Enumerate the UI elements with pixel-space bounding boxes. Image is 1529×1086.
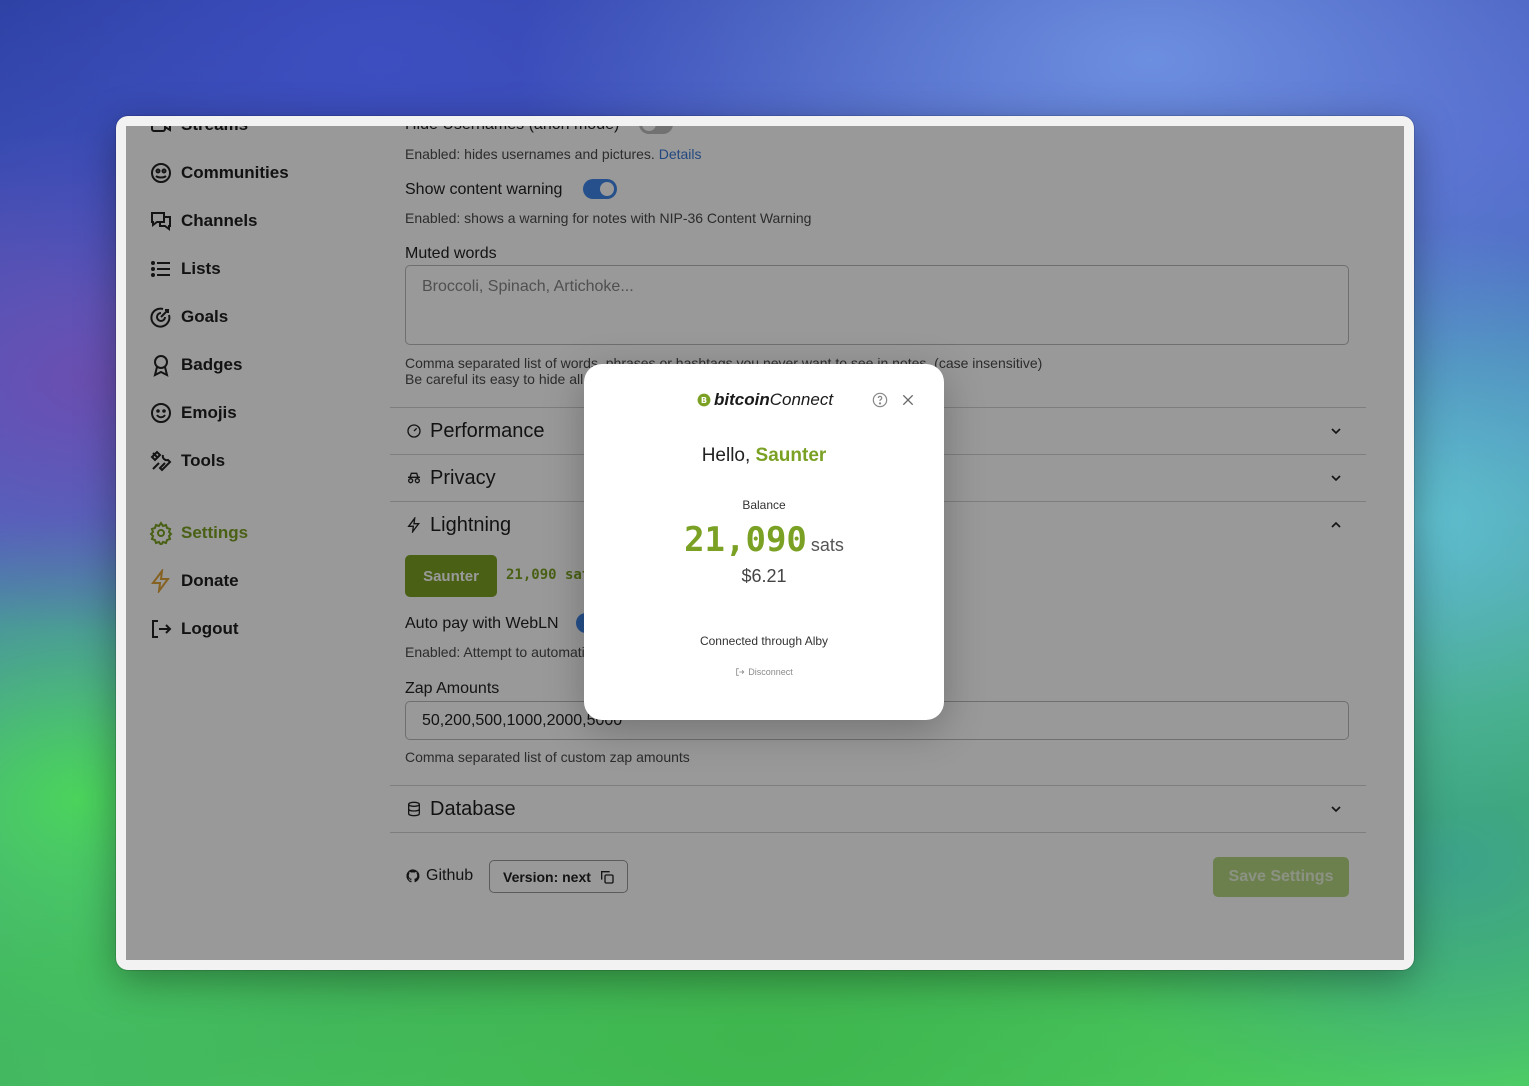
bitcoin-connect-logo: B bitcoin Connect [697,390,833,410]
disconnect-label: Disconnect [748,667,793,677]
brand-bold: bitcoin [714,390,770,409]
svg-text:B: B [701,395,707,405]
close-icon[interactable] [900,392,916,408]
balance-display: 21,090 sats [584,520,944,560]
fiat-balance: $6.21 [741,566,787,586]
bitcoin-connect-modal: B bitcoin Connect Hello, Saunter Balance … [584,364,944,720]
bitcoin-icon: B [697,393,711,407]
disconnect-button[interactable]: Disconnect [584,667,944,677]
greeting: Hello, Saunter [584,445,944,467]
logout-icon [736,668,745,676]
wallet-name: Saunter [755,445,827,466]
balance-amount: 21,090 [684,520,807,560]
connected-through: Connected through Alby [699,634,829,648]
brand-light: Connect [769,390,834,409]
balance-label: Balance [742,498,786,512]
greeting-text: Hello, [701,445,751,466]
help-icon[interactable] [872,392,888,408]
balance-unit: sats [810,535,844,555]
